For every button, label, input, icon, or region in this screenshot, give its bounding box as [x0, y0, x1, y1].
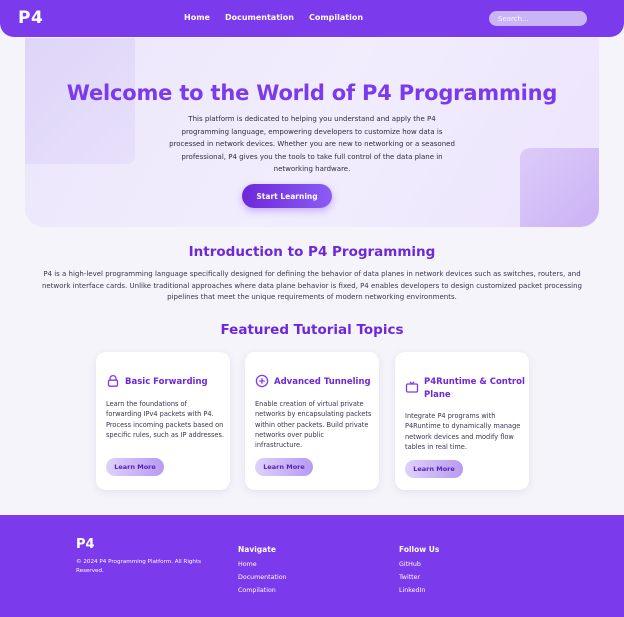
footer-link-documentation[interactable]: Documentation — [238, 574, 287, 581]
footer-link-home[interactable]: Home — [238, 561, 287, 568]
nav-link-compilation[interactable]: Compilation — [309, 13, 363, 22]
footer-link-linkedin[interactable]: LinkedIn — [399, 587, 439, 594]
card-description: Learn the foundations of forwarding IPv4… — [106, 400, 225, 439]
top-navbar: P4 Home Documentation Compilation — [0, 0, 624, 37]
card-title: Advanced Tunneling — [274, 377, 371, 387]
footer: P4 © 2024 P4 Programming Platform. All R… — [0, 515, 624, 617]
tutorial-card-basic-forwarding: Basic Forwarding Learn the foundations o… — [96, 352, 230, 490]
footer-brand: P4 — [76, 537, 95, 552]
lock-icon — [107, 375, 119, 387]
tv-icon — [405, 381, 419, 393]
hero-title: Welcome to the World of P4 Programming — [66, 81, 558, 105]
hero-decoration-bottom-right — [520, 148, 599, 227]
footer-navigate-column: Navigate Home Documentation Compilation — [238, 545, 287, 600]
footer-link-github[interactable]: GitHub — [399, 561, 439, 568]
learn-more-button[interactable]: Learn More — [255, 458, 313, 476]
learn-more-button[interactable]: Learn More — [405, 460, 463, 478]
card-description: Integrate P4 programs with P4Runtime to … — [405, 412, 521, 451]
tutorial-card-p4runtime: P4Runtime & Control Plane Integrate P4 p… — [395, 352, 529, 490]
footer-link-twitter[interactable]: Twitter — [399, 574, 439, 581]
intro-description: P4 is a high-level programming language … — [42, 270, 582, 301]
nav-link-documentation[interactable]: Documentation — [225, 13, 294, 22]
footer-copyright: © 2024 P4 Programming Platform. All Righ… — [76, 559, 202, 574]
nav-link-home[interactable]: Home — [184, 13, 210, 22]
plus-circle-icon — [255, 374, 269, 388]
tutorial-card-advanced-tunneling: Advanced Tunneling Enable creation of vi… — [245, 352, 379, 490]
card-description: Enable creation of virtual private netwo… — [255, 400, 372, 450]
footer-follow-column: Follow Us GitHub Twitter LinkedIn — [399, 545, 439, 600]
search-input[interactable] — [489, 11, 587, 26]
brand-logo[interactable]: P4 — [18, 8, 43, 28]
learn-more-button[interactable]: Learn More — [106, 458, 164, 476]
card-title: Basic Forwarding — [125, 377, 208, 387]
card-title: P4Runtime & Control Plane — [424, 377, 525, 400]
start-learning-button[interactable]: Start Learning — [242, 184, 332, 208]
main-nav: Home Documentation Compilation — [184, 13, 363, 22]
hero-description: This platform is dedicated to helping yo… — [169, 115, 455, 173]
footer-link-compilation[interactable]: Compilation — [238, 587, 287, 594]
footer-navigate-title: Navigate — [238, 545, 276, 554]
footer-follow-title: Follow Us — [399, 545, 440, 554]
intro-title: Introduction to P4 Programming — [188, 244, 436, 260]
featured-title: Featured Tutorial Topics — [220, 322, 404, 338]
